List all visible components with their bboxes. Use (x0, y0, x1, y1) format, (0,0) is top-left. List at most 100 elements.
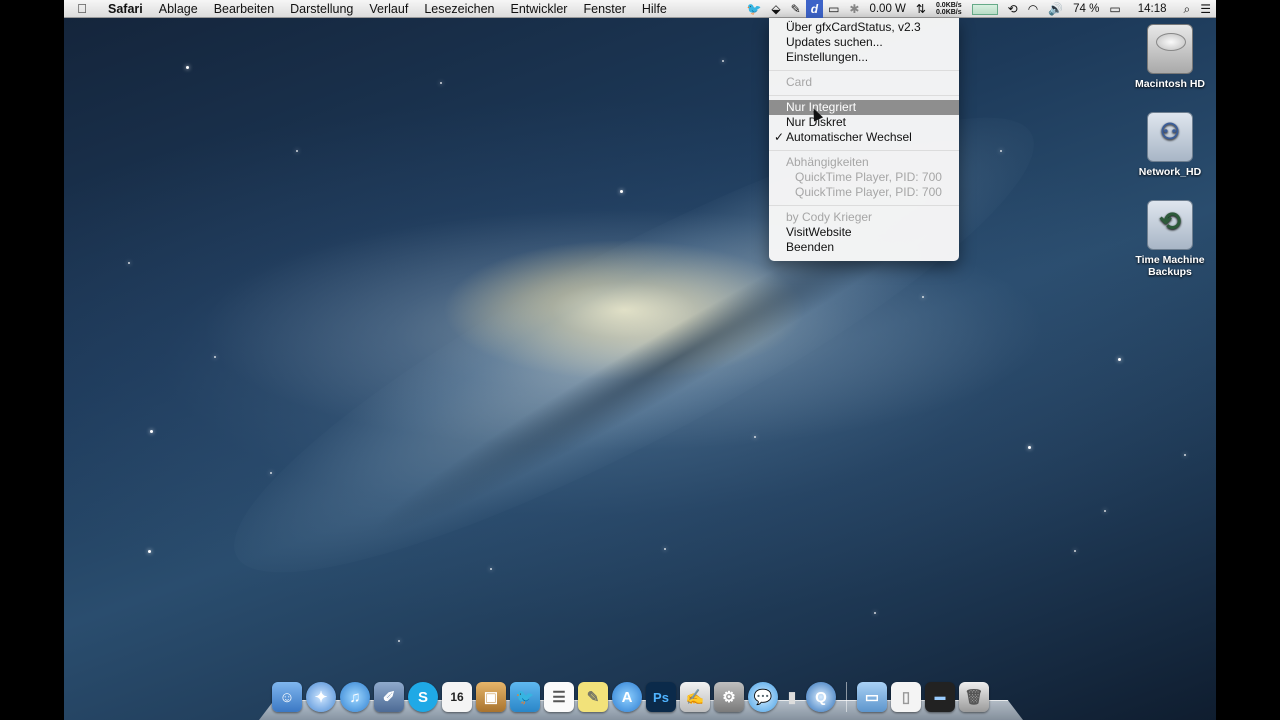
updown-arrows-icon: ⇅ (915, 2, 926, 16)
menu-author: by Cody Krieger (786, 210, 873, 224)
evernote-status-icon[interactable]: ✎ (786, 2, 806, 16)
time-machine-status-icon[interactable]: ⟲ (1003, 2, 1023, 16)
trash-icon[interactable]: 🗑 (959, 682, 989, 712)
star (398, 640, 400, 642)
desktop-icon-label: Time Machine Backups (1135, 254, 1205, 278)
network-drive-icon: ⚇ (1147, 112, 1193, 162)
gfxcardstatus-menu: Über gfxCardStatus, v2.3 Updates suchen.… (769, 18, 959, 261)
spotlight-icon[interactable]: ⌕ (1179, 2, 1196, 17)
applications-folder-icon[interactable]: ▭ (857, 682, 887, 712)
menu-darstellung[interactable]: Darstellung (282, 2, 361, 16)
menu-hilfe[interactable]: Hilfe (634, 2, 675, 16)
notification-center-icon[interactable]: ☰ (1195, 2, 1216, 16)
clock[interactable]: 14:18 (1126, 3, 1179, 15)
bluetooth-status-icon[interactable]: ✱ (844, 2, 864, 16)
menu-item-about[interactable]: Über gfxCardStatus, v2.3 (769, 20, 959, 35)
menu-header-dependencies: Abhängigkeiten (786, 155, 869, 169)
star (1074, 550, 1076, 552)
menu-bearbeiten[interactable]: Bearbeiten (206, 2, 282, 16)
checkmark-icon: ✓ (774, 130, 785, 144)
itunes-icon[interactable]: ♫ (340, 682, 370, 712)
desktop-icon-label: Network_HD (1138, 166, 1202, 178)
star (722, 60, 724, 62)
dependency-item: QuickTime Player, PID: 700 (795, 185, 942, 199)
star (754, 436, 756, 438)
menu-item-discrete-only[interactable]: Nur Diskret (769, 115, 959, 130)
star (440, 82, 442, 84)
menu-separator (769, 65, 959, 75)
wifi-status-icon[interactable]: ◠ (1023, 2, 1043, 16)
downloads-stack-icon[interactable]: ▬ (925, 682, 955, 712)
dependency-item: QuickTime Player, PID: 700 (795, 170, 942, 184)
menu-item-quit[interactable]: Beenden (769, 240, 959, 255)
star (270, 472, 272, 474)
photoshop-icon[interactable]: Ps (646, 682, 676, 712)
star (1028, 446, 1031, 449)
finder-icon[interactable]: ☺ (272, 682, 302, 712)
menu-item-dynamic-switching[interactable]: ✓ Automatischer Wechsel (769, 130, 959, 145)
quicktime-icon[interactable]: Q (806, 682, 836, 712)
star (1104, 510, 1106, 512)
star (148, 550, 151, 553)
menu-entwickler[interactable]: Entwickler (503, 2, 576, 16)
star (214, 356, 216, 358)
system-preferences-icon[interactable]: ⚙ (714, 682, 744, 712)
dock-separator (846, 682, 847, 712)
twitter-icon[interactable]: 🐦 (510, 682, 540, 712)
network-monitor[interactable]: 0.0KB/s 0.0KB/s (931, 2, 967, 16)
menu-item-check-updates[interactable]: Updates suchen... (769, 35, 959, 50)
menu-header-card: Card (786, 75, 813, 89)
dock: ☺ ✦ ♫ ✐ S 16 ▣ 🐦 ☰ ✎ A Ps ✍ ⚙ 💬 ▮ Q ▭ ▯ … (272, 678, 989, 712)
menu-item-visit-website[interactable]: VisitWebsite (769, 225, 959, 240)
menu-app-safari[interactable]: Safari (100, 2, 151, 16)
airplay-status-icon[interactable]: ▭ (823, 2, 844, 16)
reminders-icon[interactable]: ☰ (544, 682, 574, 712)
power-reading[interactable]: 0.00 W (864, 3, 910, 15)
menu-ablage[interactable]: Ablage (151, 2, 206, 16)
skype-icon[interactable]: S (408, 682, 438, 712)
star (186, 66, 189, 69)
apple-menu-icon[interactable]:  (64, 1, 100, 16)
star (922, 296, 924, 298)
menu-lesezeichen[interactable]: Lesezeichen (416, 2, 502, 16)
calendar-icon[interactable]: 16 (442, 682, 472, 712)
document-icon[interactable]: ▯ (891, 682, 921, 712)
star (664, 548, 666, 550)
dropbox-status-icon[interactable]: ⬙ (766, 2, 785, 16)
textedit-icon[interactable]: ✍ (680, 682, 710, 712)
letterbox-left (0, 0, 64, 720)
star (620, 190, 623, 193)
star (150, 430, 153, 433)
menu-item-integrated-only[interactable]: Nur Integriert (769, 100, 959, 115)
desktop-icon-network-hd[interactable]: ⚇ Network_HD (1125, 112, 1215, 178)
menu-item-preferences[interactable]: Einstellungen... (769, 50, 959, 65)
desktop-icon-time-machine[interactable]: ⟲ Time Machine Backups (1125, 200, 1215, 278)
gfxcardstatus-status-icon[interactable]: d (805, 0, 824, 18)
net-down-rate: 0.0KB/s (935, 9, 962, 16)
preview-icon[interactable]: ✐ (374, 682, 404, 712)
messages-icon[interactable]: 💬 (748, 682, 778, 712)
battery-percent[interactable]: 74 % (1068, 3, 1104, 15)
notes-icon[interactable]: ✎ (578, 682, 608, 712)
package-icon[interactable]: ▣ (476, 682, 506, 712)
menu-fenster[interactable]: Fenster (575, 2, 633, 16)
star (1184, 454, 1186, 456)
usb-stick-icon[interactable]: ▮ (782, 682, 802, 712)
twitter-status-icon[interactable]: 🐦 (741, 2, 766, 16)
menu-separator (769, 90, 959, 100)
volume-status-icon[interactable]: 🔊 (1043, 2, 1068, 16)
app-store-icon[interactable]: A (612, 682, 642, 712)
menu-verlauf[interactable]: Verlauf (361, 2, 416, 16)
menu-separator (769, 200, 959, 210)
hard-drive-icon (1147, 24, 1193, 74)
safari-icon[interactable]: ✦ (306, 682, 336, 712)
status-menus: 🐦 ⬙ ✎ d ▭ ✱ 0.00 W ⇅ 0.0KB/s 0.0KB/s ⟲ ◠… (741, 0, 1216, 18)
activity-graph-icon[interactable] (967, 3, 1003, 15)
star (1118, 358, 1121, 361)
battery-icon[interactable]: ▭ (1104, 2, 1125, 16)
desktop-icon-macintosh-hd[interactable]: Macintosh HD (1125, 24, 1215, 90)
star (490, 568, 492, 570)
time-machine-drive-icon: ⟲ (1147, 200, 1193, 250)
desktop-icon-label: Macintosh HD (1134, 78, 1205, 90)
net-up-rate: 0.0KB/s (935, 2, 962, 9)
